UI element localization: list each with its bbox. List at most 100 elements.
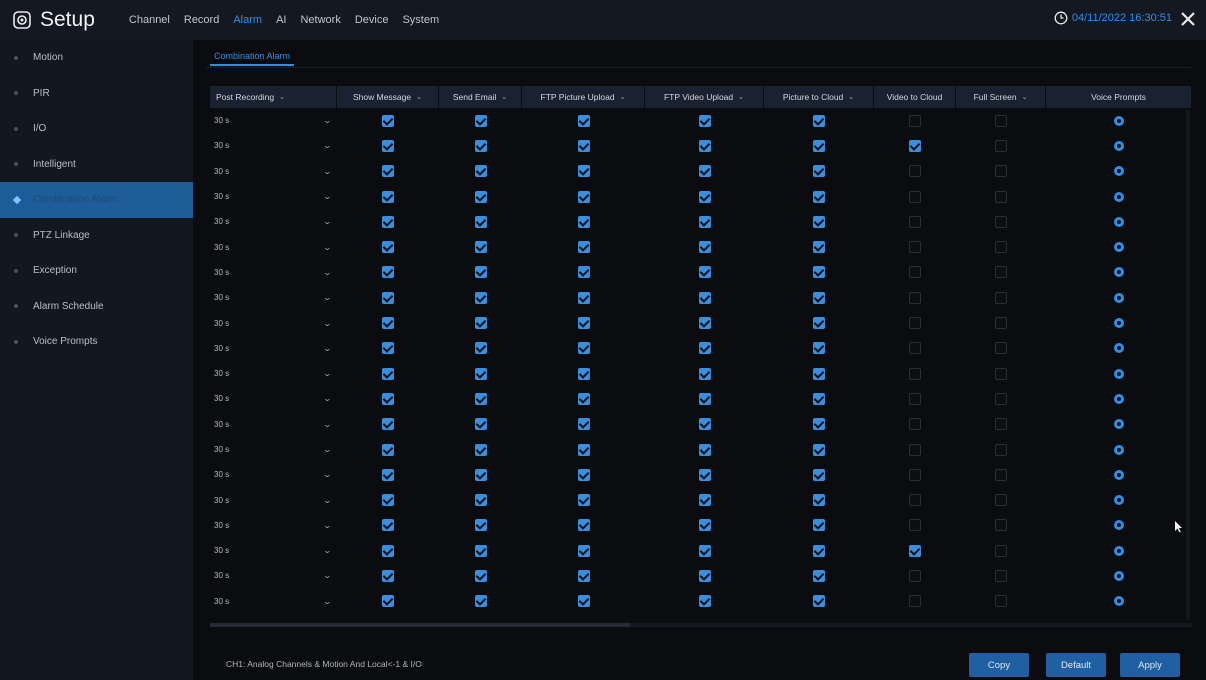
post-recording-select[interactable]: 30 s ⌄ [210, 336, 337, 361]
checkbox-show[interactable] [382, 139, 394, 152]
checkbox-vid-cloud[interactable] [909, 342, 921, 355]
checkbox-ftp-pic[interactable] [577, 519, 590, 532]
checkbox-pic-cloud[interactable] [813, 418, 825, 431]
post-recording-select[interactable]: 30 s ⌄ [210, 285, 337, 310]
column-header[interactable]: Full Screen ⌄ [956, 86, 1046, 108]
voice-settings-icon[interactable] [1114, 115, 1124, 126]
checkbox-email[interactable] [474, 544, 487, 557]
checkbox-email[interactable] [474, 215, 487, 228]
checkbox-pic-cloud[interactable] [813, 342, 825, 355]
checkbox-ftp-vid[interactable] [698, 241, 711, 254]
horizontal-scrollbar[interactable] [210, 623, 1192, 627]
checkbox-vid-cloud[interactable] [909, 367, 921, 380]
voice-settings-icon[interactable] [1114, 495, 1124, 506]
checkbox-vid-cloud[interactable] [909, 215, 921, 228]
checkbox-ftp-pic[interactable] [577, 569, 590, 582]
checkbox-ftp-vid[interactable] [698, 215, 711, 228]
post-recording-select[interactable]: 30 s ⌄ [210, 513, 337, 538]
chevron-down-icon[interactable]: ⌄ [323, 319, 332, 328]
checkbox-email[interactable] [474, 418, 487, 431]
voice-settings-icon[interactable] [1114, 520, 1124, 531]
checkbox-vid-cloud[interactable] [909, 114, 921, 127]
checkbox-ftp-vid[interactable] [698, 190, 711, 203]
checkbox-ftp-vid[interactable] [698, 342, 711, 355]
checkbox-show[interactable] [382, 266, 394, 279]
column-header[interactable]: Video to Cloud [874, 86, 956, 108]
scrollbar-thumb[interactable] [210, 623, 630, 627]
checkbox-ftp-pic[interactable] [577, 544, 590, 557]
default-button[interactable]: Default [1046, 653, 1106, 677]
checkbox-vid-cloud[interactable] [909, 494, 921, 507]
voice-settings-icon[interactable] [1114, 191, 1124, 202]
column-header[interactable]: FTP Picture Upload ⌄ [522, 86, 645, 108]
sidebar-item-exception[interactable]: Exception [0, 253, 193, 289]
chevron-down-icon[interactable]: ⌄ [323, 268, 332, 277]
menu-item-device[interactable]: Device [355, 14, 389, 26]
checkbox-vid-cloud[interactable] [909, 443, 921, 456]
voice-settings-icon[interactable] [1114, 419, 1124, 430]
post-recording-select[interactable]: 30 s ⌄ [210, 234, 337, 259]
checkbox-show[interactable] [382, 291, 394, 304]
chevron-down-icon[interactable]: ⌄ [323, 116, 332, 125]
chevron-down-icon[interactable]: ⌄ [323, 344, 332, 353]
checkbox-email[interactable] [474, 241, 487, 254]
menu-item-system[interactable]: System [402, 14, 439, 26]
checkbox-ftp-vid[interactable] [698, 595, 711, 608]
checkbox-vid-cloud[interactable] [909, 139, 921, 152]
checkbox-pic-cloud[interactable] [813, 544, 825, 557]
checkbox-email[interactable] [474, 392, 487, 405]
post-recording-select[interactable]: 30 s ⌄ [210, 209, 337, 234]
checkbox-ftp-vid[interactable] [698, 266, 711, 279]
chevron-down-icon[interactable]: ⌄ [323, 445, 332, 454]
menu-item-channel[interactable]: Channel [129, 14, 170, 26]
checkbox-pic-cloud[interactable] [813, 215, 825, 228]
menu-item-ai[interactable]: AI [276, 14, 286, 26]
checkbox-full[interactable] [995, 443, 1007, 456]
close-icon[interactable] [1178, 8, 1198, 30]
checkbox-show[interactable] [382, 342, 394, 355]
tab-combination-alarm[interactable]: Combination Alarm [210, 46, 295, 66]
checkbox-ftp-vid[interactable] [698, 443, 711, 456]
checkbox-pic-cloud[interactable] [813, 443, 825, 456]
chevron-down-icon[interactable]: ⌄ [738, 93, 744, 101]
checkbox-ftp-pic[interactable] [577, 241, 590, 254]
checkbox-ftp-pic[interactable] [577, 443, 590, 456]
checkbox-ftp-vid[interactable] [698, 139, 711, 152]
checkbox-pic-cloud[interactable] [813, 291, 825, 304]
chevron-down-icon[interactable]: ⌄ [323, 141, 332, 150]
checkbox-vid-cloud[interactable] [909, 392, 921, 405]
post-recording-select[interactable]: 30 s ⌄ [210, 563, 337, 588]
checkbox-vid-cloud[interactable] [909, 291, 921, 304]
checkbox-full[interactable] [995, 266, 1007, 279]
checkbox-show[interactable] [382, 317, 394, 330]
checkbox-pic-cloud[interactable] [813, 595, 825, 608]
voice-settings-icon[interactable] [1114, 545, 1124, 556]
vertical-scrollbar[interactable] [1186, 110, 1190, 620]
checkbox-ftp-pic[interactable] [577, 317, 590, 330]
voice-settings-icon[interactable] [1114, 292, 1124, 303]
checkbox-full[interactable] [995, 215, 1007, 228]
chevron-down-icon[interactable]: ⌄ [501, 93, 507, 101]
checkbox-pic-cloud[interactable] [813, 190, 825, 203]
voice-settings-icon[interactable] [1114, 242, 1124, 253]
chevron-down-icon[interactable]: ⌄ [323, 597, 332, 606]
checkbox-ftp-pic[interactable] [577, 418, 590, 431]
checkbox-ftp-vid[interactable] [698, 569, 711, 582]
checkbox-show[interactable] [382, 215, 394, 228]
post-recording-select[interactable]: 30 s ⌄ [210, 260, 337, 285]
checkbox-show[interactable] [382, 367, 394, 380]
checkbox-email[interactable] [474, 114, 487, 127]
checkbox-pic-cloud[interactable] [813, 468, 825, 481]
checkbox-vid-cloud[interactable] [909, 468, 921, 481]
post-recording-select[interactable]: 30 s ⌄ [210, 437, 337, 462]
voice-settings-icon[interactable] [1114, 166, 1124, 177]
checkbox-full[interactable] [995, 317, 1007, 330]
menu-item-record[interactable]: Record [184, 14, 219, 26]
checkbox-ftp-vid[interactable] [698, 468, 711, 481]
checkbox-vid-cloud[interactable] [909, 317, 921, 330]
chevron-down-icon[interactable]: ⌄ [416, 93, 422, 101]
checkbox-pic-cloud[interactable] [813, 139, 825, 152]
checkbox-ftp-pic[interactable] [577, 165, 590, 178]
checkbox-email[interactable] [474, 342, 487, 355]
post-recording-select[interactable]: 30 s ⌄ [210, 386, 337, 411]
